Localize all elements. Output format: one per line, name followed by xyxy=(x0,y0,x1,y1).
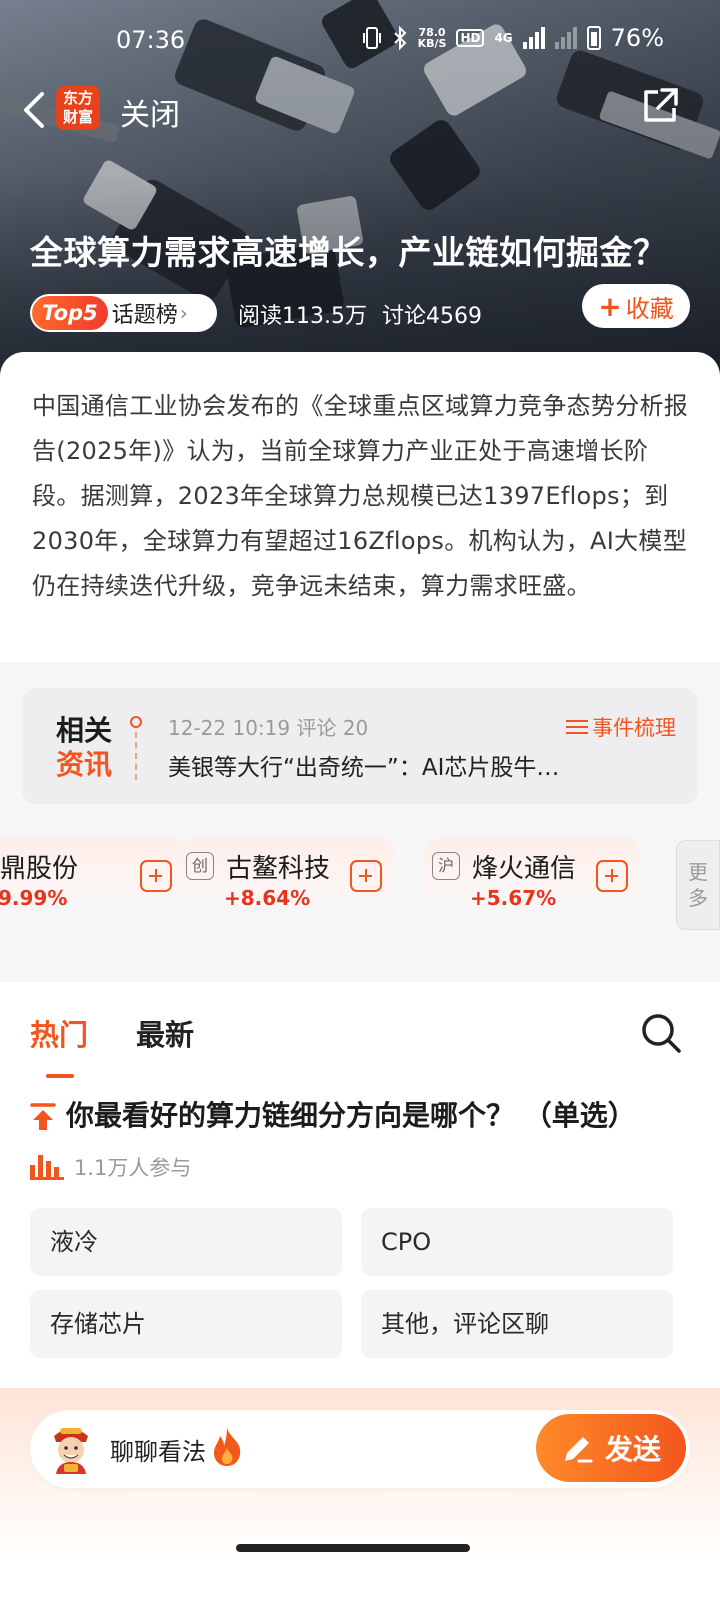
stock-card[interactable]: 鼎股份 9.99% xyxy=(0,838,184,912)
fire-icon xyxy=(214,1428,241,1466)
badge-line2: 资讯 xyxy=(56,748,113,781)
poll-option[interactable]: 液冷 xyxy=(30,1208,342,1276)
search-icon[interactable] xyxy=(640,1012,682,1054)
home-indicator[interactable] xyxy=(236,1544,470,1552)
poll-question: 你最看好的算力链细分方向是哪个？ （单选） xyxy=(66,1099,636,1132)
stock-change: +5.67% xyxy=(470,886,557,910)
comment-placeholder: 聊聊看法 xyxy=(110,1438,206,1466)
stock-change: 9.99% xyxy=(0,886,68,910)
read-count: 阅读113.5万 xyxy=(238,304,367,329)
stock-card[interactable]: 沪 烽火通信 +5.67% xyxy=(426,838,640,912)
tab-hot[interactable]: 热门 xyxy=(30,1012,88,1054)
signal-icon xyxy=(522,27,545,49)
pen-icon xyxy=(564,1437,593,1463)
status-icons: 78.0 KB/S HD 4G 76% xyxy=(362,24,664,52)
net-speed: 78.0 KB/S xyxy=(418,27,447,49)
feed-tabs: 热门 最新 xyxy=(30,1012,194,1054)
status-bar: 07:36 78.0 KB/S HD 4G 76% xyxy=(0,22,720,62)
poll-option[interactable]: CPO xyxy=(361,1208,673,1276)
stock-name: 古鳌科技 xyxy=(226,854,331,884)
discussion-section: 热门 最新 你最看好的算力链细分方向是哪个？ （单选） 1.1万人参与 液冷 C… xyxy=(0,984,720,1424)
discussion-count: 讨论4569 xyxy=(382,304,482,329)
stock-name: 烽火通信 xyxy=(472,854,577,884)
events-label: 事件梳理 xyxy=(592,716,676,740)
logo-line1: 东方 xyxy=(62,89,93,107)
news-meta: 12-22 10:19 评论 20 xyxy=(168,716,369,740)
topic-rank-pill[interactable]: Top5 话题榜 › xyxy=(30,294,217,332)
navbar: 东方 财富 关闭 xyxy=(0,82,720,136)
stock-name: 鼎股份 xyxy=(0,854,79,884)
rank-label: 话题榜 xyxy=(111,303,178,328)
related-news-badge: 相关 资讯 xyxy=(56,714,112,782)
battery-icon xyxy=(586,26,601,50)
hero-banner: 07:36 78.0 KB/S HD 4G 76% 东方 财富 关闭 全球算力需… xyxy=(0,0,720,380)
timeline-line xyxy=(135,732,137,780)
vibrate-icon xyxy=(362,27,381,49)
more-label-2: 多 xyxy=(688,886,708,910)
bluetooth-icon xyxy=(393,26,406,50)
poll-participants: 1.1万人参与 xyxy=(30,1152,191,1182)
topic-meta: Top5 话题榜 › 阅读113.5万 讨论4569 + 收藏 xyxy=(30,284,690,334)
stock-card[interactable]: 创 古鳌科技 +8.64% xyxy=(180,838,394,912)
news-title[interactable]: 美银等大行“出奇统一”：AI芯片股牛… xyxy=(168,748,559,782)
more-stocks-button[interactable]: 更 多 xyxy=(676,840,720,930)
bar-chart-icon xyxy=(30,1154,64,1180)
add-watchlist-icon[interactable] xyxy=(596,860,628,892)
event-timeline-link[interactable]: 事件梳理 xyxy=(566,712,676,742)
app-logo: 东方 财富 xyxy=(56,86,100,130)
collect-label: 收藏 xyxy=(625,294,674,323)
participants-count: 1.1万人参与 xyxy=(74,1156,192,1180)
comment-input[interactable]: 聊聊看法 发送 xyxy=(30,1410,690,1488)
tab-latest[interactable]: 最新 xyxy=(136,1012,194,1054)
tab-indicator xyxy=(46,1074,74,1078)
poll-option[interactable]: 其他，评论区聊 xyxy=(361,1290,673,1358)
battery-percent: 76% xyxy=(610,24,664,52)
collect-button[interactable]: + 收藏 xyxy=(582,284,690,328)
avatar xyxy=(54,1428,88,1474)
network-type: 4G xyxy=(494,31,513,45)
share-icon[interactable] xyxy=(640,86,680,126)
send-label: 发送 xyxy=(604,1433,661,1466)
back-icon[interactable] xyxy=(16,88,56,132)
topic-intro-text: 中国通信工业协会发布的《全球重点区域算力竞争态势分析报告(2025年)》认为，当… xyxy=(32,392,689,600)
chevron-right-icon: › xyxy=(179,301,188,325)
signal-2-icon xyxy=(554,27,577,49)
more-label-1: 更 xyxy=(688,860,708,884)
add-watchlist-icon[interactable] xyxy=(350,860,382,892)
add-watchlist-icon[interactable] xyxy=(140,860,172,892)
logo-line2: 财富 xyxy=(62,108,93,126)
hd-badge: HD xyxy=(456,29,485,47)
topic-headline: 全球算力需求高速增长，产业链如何掘金？ xyxy=(30,233,667,272)
net-speed-unit: KB/S xyxy=(417,37,447,50)
market-badge: 创 xyxy=(186,852,214,880)
rank-badge: Top5 xyxy=(32,296,108,330)
market-badge: 沪 xyxy=(432,852,460,880)
stock-change: +8.64% xyxy=(224,886,311,910)
timeline-dot xyxy=(130,716,142,728)
related-news-card[interactable]: 相关 资讯 12-22 10:19 评论 20 美银等大行“出奇统一”：AI芯片… xyxy=(22,688,698,804)
plus-icon: + xyxy=(598,289,622,323)
poll-option[interactable]: 存储芯片 xyxy=(30,1290,342,1358)
status-time: 07:36 xyxy=(116,26,186,54)
close-button[interactable]: 关闭 xyxy=(120,90,180,134)
topic-intro-card: 中国通信工业协会发布的《全球重点区域算力竞争态势分析报告(2025年)》认为，当… xyxy=(0,352,720,662)
send-button[interactable]: 发送 xyxy=(536,1414,686,1482)
list-icon xyxy=(566,719,588,735)
pin-top-icon xyxy=(30,1103,56,1130)
badge-line1: 相关 xyxy=(56,714,113,747)
